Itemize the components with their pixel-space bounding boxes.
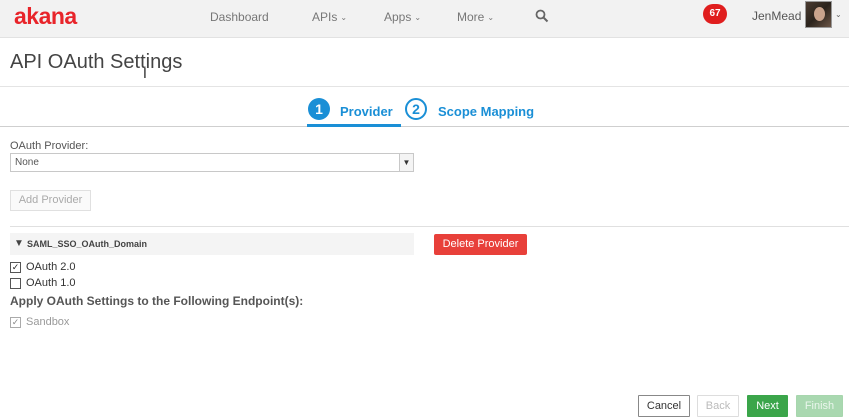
- nav-apps-label: Apps: [384, 10, 412, 24]
- text-cursor-icon: I: [143, 67, 147, 82]
- next-button[interactable]: Next: [747, 395, 788, 417]
- oauth2-checkbox[interactable]: ✓: [10, 262, 21, 273]
- cancel-button[interactable]: Cancel: [638, 395, 690, 417]
- back-button: Back: [697, 395, 739, 417]
- oauth-provider-select[interactable]: None ▼: [10, 153, 414, 172]
- oauth-provider-value: None: [15, 157, 39, 168]
- akana-logo[interactable]: akana: [14, 3, 77, 30]
- nav-more[interactable]: More ⌄: [457, 10, 494, 24]
- active-step-indicator: [307, 124, 401, 127]
- provider-group-name: SAML_SSO_OAuth_Domain: [27, 239, 148, 249]
- oauth2-label: OAuth 2.0: [26, 261, 76, 273]
- nav-more-label: More: [457, 10, 485, 24]
- step-label: Scope Mapping: [438, 104, 535, 119]
- user-name[interactable]: JenMead: [752, 9, 801, 23]
- caret-down-icon[interactable]: ▼: [14, 238, 24, 249]
- add-provider-button[interactable]: Add Provider: [10, 190, 91, 211]
- divider: [10, 226, 849, 227]
- oauth1-checkbox[interactable]: [10, 278, 21, 289]
- avatar[interactable]: [805, 1, 832, 28]
- nav-apis-label: APIs: [312, 10, 338, 24]
- chevron-down-icon: ⌄: [487, 13, 495, 22]
- search-icon[interactable]: [535, 9, 549, 23]
- nav-dashboard-label: Dashboard: [210, 10, 269, 24]
- step-number: 1: [308, 98, 330, 120]
- sandbox-label: Sandbox: [26, 316, 70, 328]
- page-title: API OAuth Settings: [10, 51, 183, 73]
- endpoints-heading: Apply OAuth Settings to the Following En…: [10, 294, 304, 308]
- divider: [0, 86, 849, 87]
- oauth1-label: OAuth 1.0: [26, 277, 76, 289]
- provider-group-header[interactable]: ▼ SAML_SSO_OAuth_Domain: [10, 233, 414, 255]
- finish-button: Finish: [796, 395, 843, 417]
- step-number: 2: [405, 98, 427, 120]
- oauth-provider-label: OAuth Provider:: [10, 140, 89, 152]
- chevron-down-icon[interactable]: ▼: [399, 154, 413, 171]
- nav-apps[interactable]: Apps ⌄: [384, 10, 421, 24]
- chevron-down-icon[interactable]: ⌄: [835, 10, 842, 19]
- notification-badge[interactable]: 67: [703, 4, 727, 24]
- nav-apis[interactable]: APIs ⌄: [312, 10, 347, 24]
- nav-dashboard[interactable]: Dashboard: [210, 10, 269, 24]
- steps-divider: [0, 126, 849, 127]
- chevron-down-icon: ⌄: [414, 13, 422, 22]
- delete-provider-button[interactable]: Delete Provider: [434, 234, 527, 255]
- step-label: Provider: [340, 104, 393, 119]
- chevron-down-icon: ⌄: [340, 13, 348, 22]
- avatar-face: [814, 7, 825, 21]
- top-nav-bar: akana Dashboard APIs ⌄ Apps ⌄ More ⌄ 67 Jen…: [0, 0, 849, 38]
- sandbox-checkbox: ✓: [10, 317, 21, 328]
